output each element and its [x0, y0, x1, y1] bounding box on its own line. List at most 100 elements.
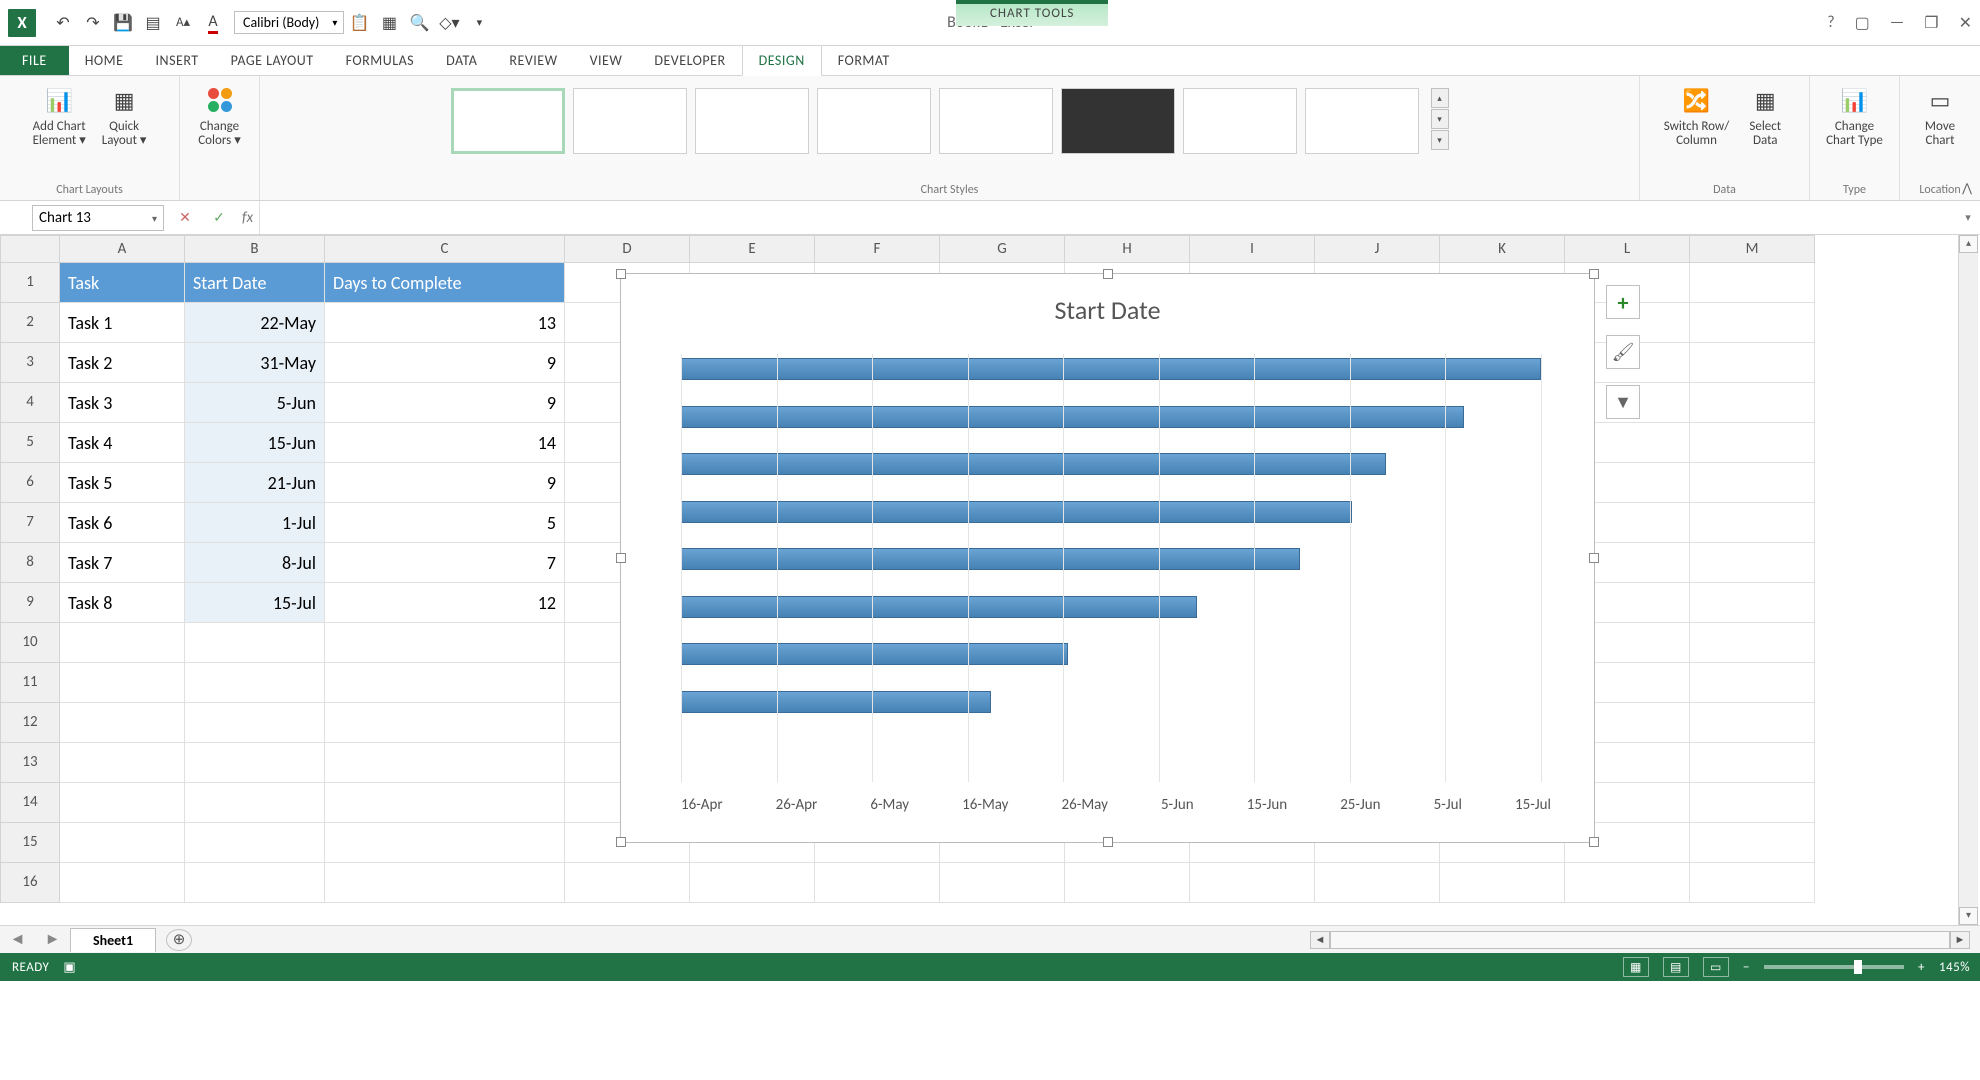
- cell-M16[interactable]: [1690, 863, 1815, 903]
- ribbon-tab-home[interactable]: HOME: [69, 46, 140, 75]
- format-painter-icon[interactable]: 📋: [344, 8, 374, 38]
- row-header-6[interactable]: 6: [0, 463, 60, 503]
- cell-A8[interactable]: Task 7: [60, 543, 185, 583]
- cell-M10[interactable]: [1690, 623, 1815, 663]
- column-header-F[interactable]: F: [815, 235, 940, 263]
- column-header-L[interactable]: L: [1565, 235, 1690, 263]
- cell-I16[interactable]: [1190, 863, 1315, 903]
- ribbon-tab-page-layout[interactable]: PAGE LAYOUT: [215, 46, 330, 75]
- cell-E16[interactable]: [690, 863, 815, 903]
- cell-B10[interactable]: [185, 623, 325, 663]
- chart-bar-3[interactable]: [681, 596, 1197, 618]
- cell-M7[interactable]: [1690, 503, 1815, 543]
- chart-bar-8[interactable]: [681, 358, 1541, 380]
- chart-style-7[interactable]: [1183, 88, 1297, 154]
- column-header-M[interactable]: M: [1690, 235, 1815, 263]
- shapes-icon[interactable]: ◇▾: [434, 8, 464, 38]
- chart-elements-button[interactable]: +: [1606, 285, 1640, 319]
- cell-M3[interactable]: [1690, 343, 1815, 383]
- cell-M12[interactable]: [1690, 703, 1815, 743]
- chart-bar-5[interactable]: [681, 501, 1352, 523]
- cell-A14[interactable]: [60, 783, 185, 823]
- cell-C6[interactable]: 9: [325, 463, 565, 503]
- cell-C12[interactable]: [325, 703, 565, 743]
- row-header-2[interactable]: 2: [0, 303, 60, 343]
- row-header-14[interactable]: 14: [0, 783, 60, 823]
- cell-A5[interactable]: Task 4: [60, 423, 185, 463]
- column-header-D[interactable]: D: [565, 235, 690, 263]
- cell-K16[interactable]: [1440, 863, 1565, 903]
- switch-row-column-button[interactable]: 🔀 Switch Row/ Column: [1658, 82, 1736, 149]
- cell-B14[interactable]: [185, 783, 325, 823]
- chart-resize-handle[interactable]: [1589, 269, 1599, 279]
- zoom-slider[interactable]: [1764, 965, 1904, 969]
- restore-icon[interactable]: ❐: [1924, 13, 1938, 33]
- formula-bar[interactable]: [259, 201, 1956, 234]
- chart-bar-7[interactable]: [681, 406, 1464, 428]
- undo-icon[interactable]: ↶: [48, 8, 78, 38]
- sheet-nav-prev[interactable]: ◄: [10, 930, 26, 949]
- chart-style-8[interactable]: [1305, 88, 1419, 154]
- cell-A9[interactable]: Task 8: [60, 583, 185, 623]
- gallery-scroll-up[interactable]: ▴: [1431, 88, 1449, 108]
- hscroll-right[interactable]: ►: [1950, 931, 1970, 949]
- collapse-ribbon-icon[interactable]: ⋀: [1962, 181, 1972, 196]
- cell-M4[interactable]: [1690, 383, 1815, 423]
- cell-C8[interactable]: 7: [325, 543, 565, 583]
- chart-title[interactable]: Start Date: [621, 274, 1594, 336]
- row-header-5[interactable]: 5: [0, 423, 60, 463]
- font-selector[interactable]: Calibri (Body): [234, 11, 344, 34]
- chart-resize-handle[interactable]: [616, 269, 626, 279]
- change-colors-button[interactable]: Change Colors ▾: [192, 82, 247, 149]
- chart-bar-4[interactable]: [681, 548, 1300, 570]
- cell-A16[interactable]: [60, 863, 185, 903]
- cell-B15[interactable]: [185, 823, 325, 863]
- column-header-K[interactable]: K: [1440, 235, 1565, 263]
- chart-resize-handle[interactable]: [1589, 553, 1599, 563]
- cell-A1[interactable]: Task: [60, 263, 185, 303]
- chart-resize-handle[interactable]: [616, 553, 626, 563]
- cell-A3[interactable]: Task 2: [60, 343, 185, 383]
- cancel-formula-icon[interactable]: ✕: [168, 209, 202, 226]
- hscroll-left[interactable]: ◄: [1310, 931, 1330, 949]
- horizontal-scrollbar[interactable]: ◄ ►: [1310, 931, 1970, 949]
- expand-formula-bar-icon[interactable]: ▾: [1956, 211, 1980, 224]
- cell-A2[interactable]: Task 1: [60, 303, 185, 343]
- cell-C14[interactable]: [325, 783, 565, 823]
- cell-J16[interactable]: [1315, 863, 1440, 903]
- cell-C15[interactable]: [325, 823, 565, 863]
- chart-resize-handle[interactable]: [1589, 837, 1599, 847]
- cell-A6[interactable]: Task 5: [60, 463, 185, 503]
- ribbon-tab-formulas[interactable]: FORMULAS: [330, 46, 431, 75]
- fx-icon[interactable]: fx: [242, 209, 253, 227]
- column-header-I[interactable]: I: [1190, 235, 1315, 263]
- embedded-chart[interactable]: Start Date 87654321 16-Apr26-Apr6-May16-…: [620, 273, 1595, 843]
- cell-B9[interactable]: 15-Jul: [185, 583, 325, 623]
- worksheet-grid[interactable]: ABCDEFGHIJKLM 12345678910111213141516 Ta…: [0, 235, 1980, 925]
- cell-B1[interactable]: Start Date: [185, 263, 325, 303]
- zoom-icon[interactable]: 🔍: [404, 8, 434, 38]
- macro-record-icon[interactable]: ▣: [63, 960, 76, 975]
- scroll-up-icon[interactable]: ▴: [1959, 235, 1978, 253]
- chart-filter-button[interactable]: ▼: [1606, 385, 1640, 419]
- cell-A15[interactable]: [60, 823, 185, 863]
- row-header-10[interactable]: 10: [0, 623, 60, 663]
- column-header-J[interactable]: J: [1315, 235, 1440, 263]
- cell-B8[interactable]: 8-Jul: [185, 543, 325, 583]
- cell-A7[interactable]: Task 6: [60, 503, 185, 543]
- cell-F16[interactable]: [815, 863, 940, 903]
- gallery-scroll-down[interactable]: ▾: [1431, 109, 1449, 129]
- cell-H16[interactable]: [1065, 863, 1190, 903]
- column-header-A[interactable]: A: [60, 235, 185, 263]
- cell-C1[interactable]: Days to Complete: [325, 263, 565, 303]
- cell-B4[interactable]: 5-Jun: [185, 383, 325, 423]
- chart-bar-6[interactable]: [681, 453, 1386, 475]
- print-preview-icon[interactable]: ▤: [138, 8, 168, 38]
- zoom-in-icon[interactable]: +: [1918, 960, 1925, 975]
- cell-M5[interactable]: [1690, 423, 1815, 463]
- cell-M13[interactable]: [1690, 743, 1815, 783]
- qat-customize-icon[interactable]: ▾: [464, 8, 494, 38]
- cell-M6[interactable]: [1690, 463, 1815, 503]
- zoom-out-icon[interactable]: −: [1743, 960, 1750, 975]
- confirm-formula-icon[interactable]: ✓: [202, 209, 236, 226]
